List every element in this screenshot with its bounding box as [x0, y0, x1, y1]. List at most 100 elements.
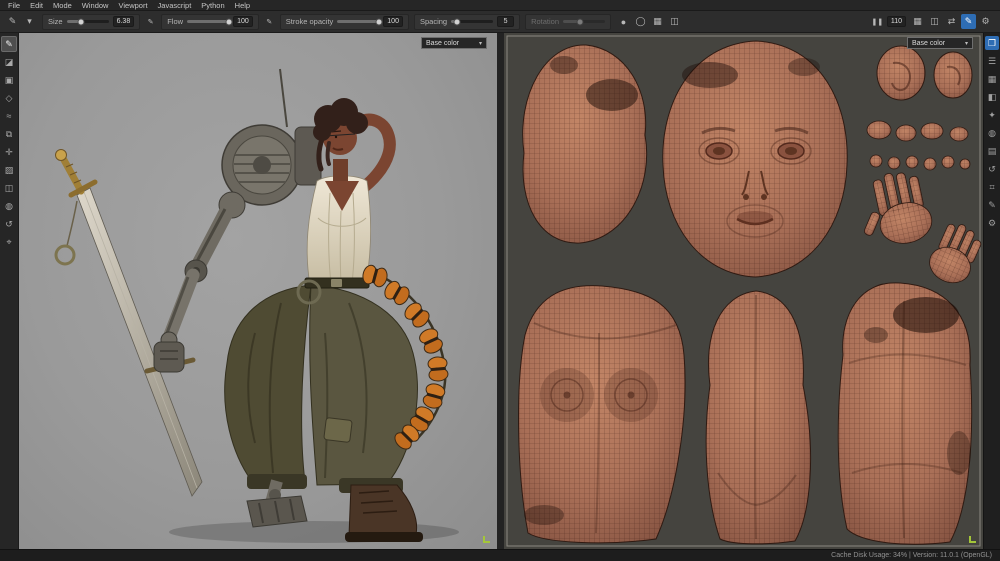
panel-icon: ↺ [988, 164, 996, 175]
flow-label: Flow [167, 17, 183, 26]
smudge-tool[interactable]: ≈ [1, 108, 17, 124]
menu-item[interactable]: Help [230, 0, 255, 11]
split-view-icon[interactable]: ◫ [927, 14, 942, 29]
panel-icon: ✎ [988, 200, 996, 211]
paint-3d-viewport[interactable]: Base color ▾ [19, 33, 497, 549]
toolbar-right-value[interactable]: 110 [887, 16, 906, 27]
tool-icon: ◇ [6, 93, 13, 104]
tool-options-dropdown-icon[interactable]: ▾ [22, 14, 37, 29]
paint-channel-dropdown[interactable]: Base color ▾ [421, 37, 487, 49]
uv-channel-dropdown[interactable]: Base color ▾ [907, 37, 973, 49]
menu-item[interactable]: Mode [48, 0, 77, 11]
panel-icon: ◍ [988, 128, 996, 139]
flow-slider-group: Flow 100 [161, 14, 259, 30]
tool-icon: ⧉ [6, 129, 12, 140]
polygon-fill-tool[interactable]: ◇ [1, 90, 17, 106]
menu-item[interactable]: File [3, 0, 25, 11]
brush-toolbar: ✎▾ Size 6.38 ✎ Flow 100 ✎ Stroke opacity… [0, 11, 1000, 33]
stencil-tool[interactable]: ◍ [1, 198, 17, 214]
grid-icon[interactable]: ▦ [985, 72, 999, 86]
uv-2d-viewport[interactable]: Base color ▾ [504, 33, 983, 549]
size-label: Size [48, 17, 63, 26]
menu-item[interactable]: Window [77, 0, 114, 11]
symmetry-icon[interactable]: ◫ [667, 14, 682, 29]
focus-tool[interactable]: ⌖ [1, 234, 17, 250]
edit-mode-icon[interactable]: ✎ [961, 14, 976, 29]
rotation-slider[interactable] [563, 20, 605, 23]
material-picker-tool[interactable]: ✛ [1, 144, 17, 160]
stroke-opacity-slider[interactable] [337, 20, 379, 23]
display-settings-icon[interactable]: ◍ [985, 126, 999, 140]
tool-icon: ◫ [5, 183, 14, 194]
menu-item[interactable]: Python [196, 0, 229, 11]
tool-icon: ⌖ [6, 237, 11, 248]
stroke-opacity-value[interactable]: 100 [383, 16, 403, 27]
brush-ring-icon[interactable]: ◯ [633, 14, 648, 29]
settings-gear-icon[interactable]: ⚙ [978, 14, 993, 29]
panel-icon: ◧ [988, 92, 997, 103]
spacing-slider-group: Spacing 5 [414, 14, 520, 30]
quick-mask-tool[interactable]: ▨ [1, 162, 17, 178]
tool-icon: ▣ [5, 75, 14, 86]
stencil-icon[interactable]: ▦ [650, 14, 665, 29]
symmetry-tool[interactable]: ◫ [1, 180, 17, 196]
shader-icon[interactable]: ◧ [985, 90, 999, 104]
spacing-label: Spacing [420, 17, 447, 26]
settings-icon[interactable]: ⚙ [985, 216, 999, 230]
panels-sidebar: ❐ ☰ ▦ ◧ ✦ ◍ ▤ ↺ ⌗ ✎ ⚙ [983, 33, 1000, 549]
menu-item[interactable]: Javascript [153, 0, 197, 11]
pause-icon[interactable]: ❚❚ [872, 14, 883, 29]
status-text: Cache Disk Usage: 34% | Version: 11.0.1 … [831, 552, 992, 559]
lighting-icon[interactable]: ✦ [985, 108, 999, 122]
menubar: FileEditModeWindowViewportJavascriptPyth… [0, 0, 1000, 11]
eraser-tool[interactable]: ◪ [1, 54, 17, 70]
size-slider[interactable] [67, 20, 109, 23]
uv-islands-render [504, 33, 983, 549]
flow-slider[interactable] [187, 20, 229, 23]
rotation-label: Rotation [531, 17, 559, 26]
tool-icon: ≈ [7, 111, 12, 121]
paint-tool[interactable]: ✎ [1, 36, 17, 52]
tool-icon: ✛ [5, 147, 13, 158]
layers-icon[interactable]: ☰ [985, 54, 999, 68]
history-icon[interactable]: ↺ [985, 162, 999, 176]
panel-icon: ✦ [988, 110, 996, 121]
stroke-opacity-label: Stroke opacity [286, 17, 334, 26]
uv-channel-label: Base color [912, 40, 945, 47]
current-tool-icon[interactable]: ✎ [5, 14, 20, 29]
properties-icon[interactable]: ✎ [985, 198, 999, 212]
character-3d-render [19, 33, 497, 549]
panel-icon: ▤ [988, 146, 997, 157]
pen-pressure-size-icon[interactable]: ✎ [145, 14, 156, 29]
flow-value[interactable]: 100 [233, 16, 253, 27]
size-slider-group: Size 6.38 [42, 14, 140, 30]
panel-icon: ☰ [988, 56, 996, 67]
stroke-opacity-slider-group: Stroke opacity 100 [280, 14, 409, 30]
viewport-splitter[interactable] [497, 33, 504, 549]
brush-tip-icon[interactable]: ● [616, 14, 631, 29]
shelf-icon[interactable]: ▤ [985, 144, 999, 158]
clone-tool[interactable]: ⧉ [1, 126, 17, 142]
uv-icon[interactable]: ⌗ [985, 180, 999, 194]
menu-item[interactable]: Viewport [113, 0, 152, 11]
texture-set-icon[interactable]: ❐ [985, 36, 999, 50]
statusbar: Cache Disk Usage: 34% | Version: 11.0.1 … [0, 549, 1000, 561]
tool-icon: ✎ [5, 39, 13, 50]
grid-icon[interactable]: ▦ [910, 14, 925, 29]
history-tool[interactable]: ↺ [1, 216, 17, 232]
spacing-value[interactable]: 5 [497, 16, 514, 27]
menu-item[interactable]: Edit [25, 0, 48, 11]
panel-icon: ▦ [988, 74, 997, 85]
pen-pressure-flow-icon[interactable]: ✎ [264, 14, 275, 29]
spacing-slider[interactable] [451, 20, 493, 23]
tool-icon: ◪ [5, 57, 14, 68]
toolbar-right-cluster: ❚❚ 110 ▦◫⇄✎⚙ [872, 14, 995, 29]
swap-view-icon[interactable]: ⇄ [944, 14, 959, 29]
panel-icon: ❐ [988, 38, 996, 49]
projection-tool[interactable]: ▣ [1, 72, 17, 88]
paint-channel-label: Base color [426, 40, 459, 47]
size-value[interactable]: 6.38 [113, 16, 135, 27]
paint-axis-corner-icon [483, 536, 490, 543]
chevron-down-icon: ▾ [965, 40, 968, 47]
uv-axis-corner-icon [969, 536, 976, 543]
